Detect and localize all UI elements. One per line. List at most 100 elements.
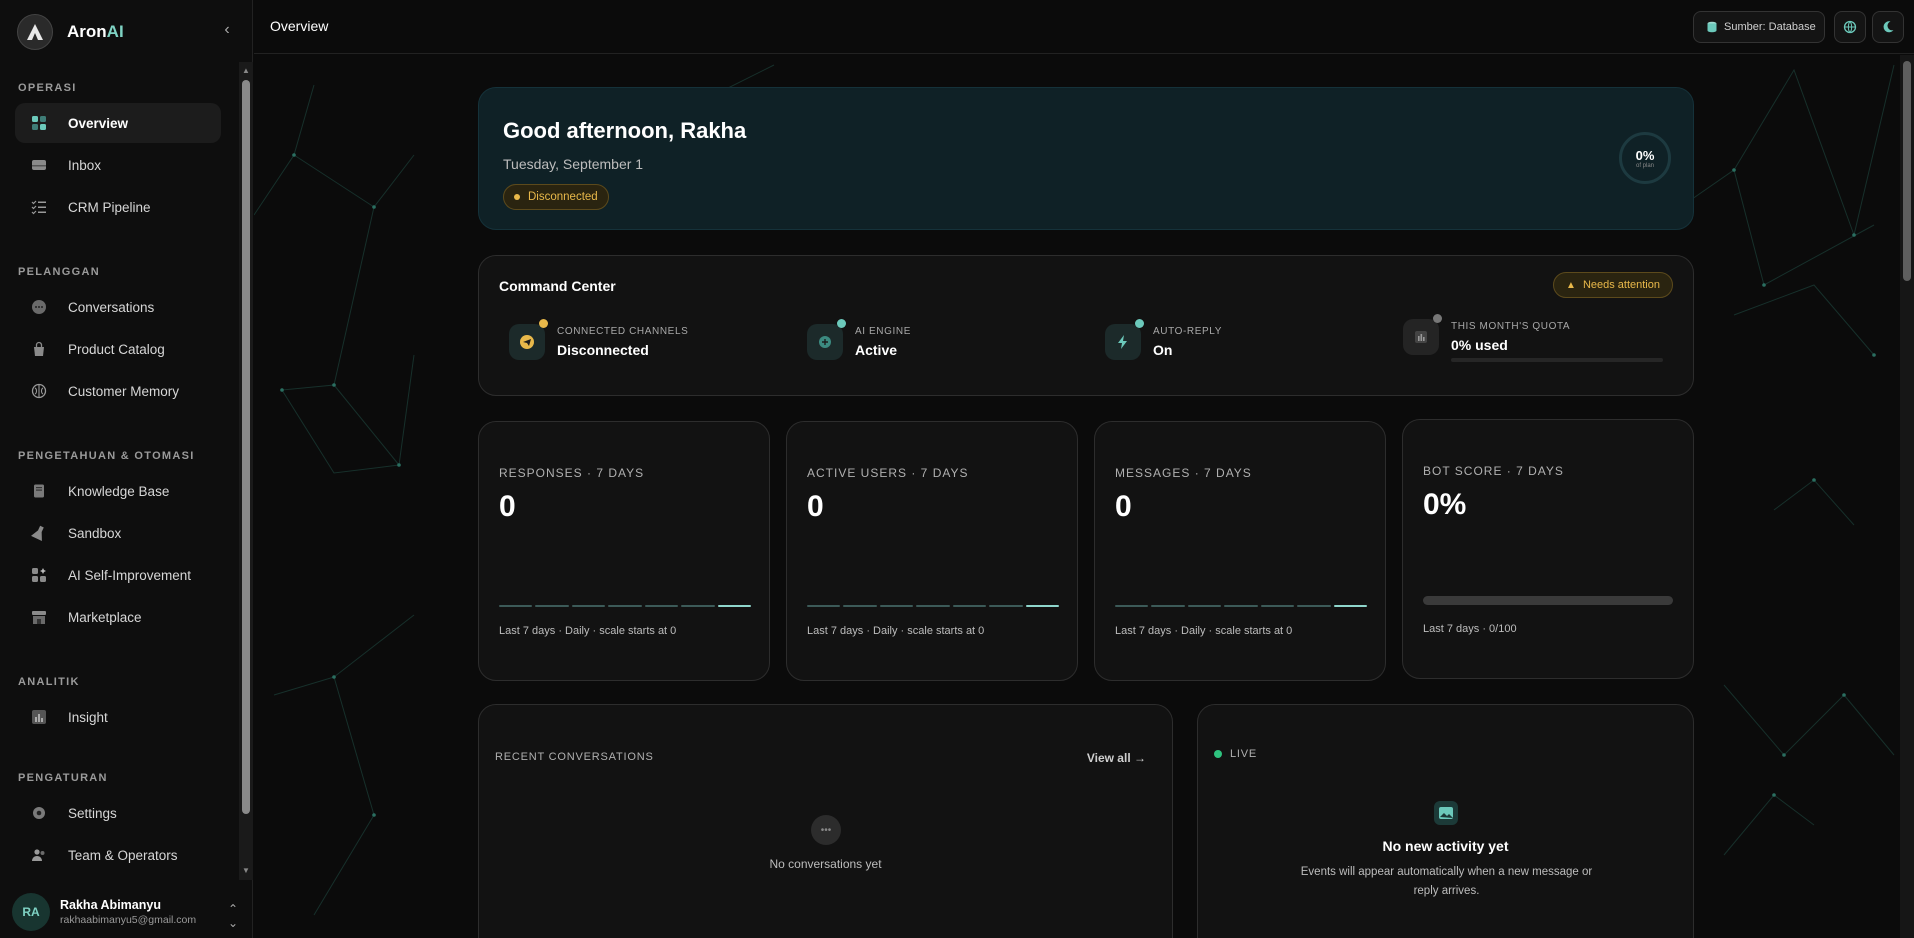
sidebar-item-overview[interactable]: Overview	[15, 103, 221, 143]
stat-value: 0	[499, 490, 516, 523]
sidebar-item-label: Settings	[68, 805, 117, 821]
plan-usage-caption: of plan	[1635, 162, 1654, 169]
sidebar-item-label: Inbox	[68, 157, 102, 173]
cc-value: On	[1153, 342, 1173, 358]
spark-bar	[571, 605, 606, 607]
status-dot	[514, 194, 520, 200]
dashboard-icon	[29, 113, 49, 133]
connection-status-badge: Disconnected	[503, 184, 609, 210]
section-title-operasi: OPERASI	[18, 82, 77, 94]
spark-bar	[879, 605, 914, 607]
sidebar-item-label: Team & Operators	[68, 847, 178, 863]
flask-icon	[29, 523, 49, 543]
stat-value: 0	[1115, 490, 1132, 523]
image-icon	[1434, 801, 1458, 825]
spark-bar	[644, 605, 679, 607]
spark-bar	[1260, 605, 1295, 607]
spark-bar	[843, 605, 877, 607]
book-icon	[29, 481, 49, 501]
gear-icon	[29, 803, 49, 823]
stat-footnote: Last 7 days · Daily · scale starts at 0	[807, 625, 985, 637]
sidebar-item-team-operators[interactable]: Team & Operators	[15, 835, 221, 875]
bar-chart-icon	[29, 707, 49, 727]
bar-chart-icon	[1403, 319, 1439, 355]
sidebar-item-insight[interactable]: Insight	[15, 697, 221, 737]
spark-bar	[1151, 605, 1185, 607]
spark-bar	[989, 605, 1023, 607]
chat-bubble-icon: •••	[811, 815, 841, 845]
user-menu[interactable]: RA Rakha Abimanyu rakhaabimanyu5@gmail.c…	[12, 892, 242, 932]
spark-bar	[681, 605, 715, 607]
stat-label: MESSAGES · 7 DAYS	[1115, 466, 1252, 480]
cc-ai-engine[interactable]: AI ENGINE Active	[807, 319, 1087, 366]
sidebar-item-crm-pipeline[interactable]: CRM Pipeline	[15, 187, 221, 227]
stat-label: BOT SCORE · 7 DAYS	[1423, 464, 1564, 478]
main-scrollbar[interactable]	[1900, 55, 1914, 938]
cc-value: Disconnected	[557, 342, 649, 358]
greeting-date: Tuesday, September 1	[503, 156, 644, 172]
view-all-link[interactable]: View all →	[1087, 751, 1146, 765]
cc-monthly-quota[interactable]: THIS MONTH'S QUOTA 0% used	[1403, 314, 1683, 362]
cc-auto-reply[interactable]: AUTO-REPLY On	[1105, 319, 1385, 366]
brand[interactable]: AronAI	[17, 14, 124, 50]
cc-value: Active	[855, 342, 898, 358]
live-empty-description: Events will appear automatically when a …	[1300, 866, 1593, 897]
sidebar-item-ai-self-improvement[interactable]: AI Self-Improvement	[15, 555, 221, 595]
collapse-sidebar-icon[interactable]: ‹	[218, 20, 236, 40]
spark-bar	[807, 605, 841, 607]
warning-icon: ▲	[1566, 279, 1576, 291]
page-title: Overview	[270, 18, 329, 34]
sidebar-item-settings[interactable]: Settings	[15, 793, 221, 833]
data-source-button[interactable]: Sumber: Database	[1693, 11, 1825, 43]
spark-bar	[1297, 605, 1331, 607]
scrollbar-thumb[interactable]	[242, 80, 250, 814]
cc-label: CONNECTED CHANNELS	[557, 326, 689, 337]
spark-bar	[1333, 605, 1367, 607]
scrollbar-thumb[interactable]	[1903, 61, 1911, 281]
section-title-pengetahuan: PENGETAHUAN & OTOMASI	[18, 450, 195, 462]
status-dot	[539, 319, 548, 328]
sidebar-item-conversations[interactable]: Conversations	[15, 287, 221, 327]
theme-toggle-button[interactable]	[1872, 11, 1904, 43]
needs-attention-badge[interactable]: ▲ Needs attention	[1553, 272, 1673, 298]
sidebar-item-marketplace[interactable]: Marketplace	[15, 597, 221, 637]
user-info: Rakha Abimanyu rakhaabimanyu5@gmail.com	[60, 898, 196, 926]
sidebar-item-inbox[interactable]: Inbox	[15, 145, 221, 185]
main-content: Good afternoon, Rakha Tuesday, September…	[254, 55, 1914, 938]
topbar: Overview Sumber: Database	[254, 0, 1914, 54]
status-text: Disconnected	[528, 191, 598, 203]
attention-text: Needs attention	[1582, 279, 1660, 291]
sidebar-scrollbar[interactable]: ▲ ▼	[239, 62, 253, 880]
language-button[interactable]	[1834, 11, 1866, 43]
sparkline	[807, 605, 1059, 609]
cc-connected-channels[interactable]: CONNECTED CHANNELS Disconnected	[509, 319, 789, 366]
user-name: Rakha Abimanyu	[60, 898, 161, 912]
logo-icon	[17, 14, 53, 50]
sparkline	[1115, 605, 1367, 609]
sidebar-item-sandbox[interactable]: Sandbox	[15, 513, 221, 553]
stat-card-responses[interactable]: RESPONSES · 7 DAYS 0 Last 7 days · Daily…	[478, 421, 770, 681]
stat-card-messages[interactable]: MESSAGES · 7 DAYS 0 Last 7 days · Daily …	[1094, 421, 1386, 681]
spark-bar	[608, 605, 642, 607]
stat-label: ACTIVE USERS · 7 DAYS	[807, 466, 969, 480]
sidebar-item-label: Conversations	[68, 299, 155, 315]
scroll-down-icon[interactable]: ▼	[241, 866, 251, 876]
sparkle-grid-icon	[29, 565, 49, 585]
bolt-icon	[1105, 324, 1141, 360]
stat-card-active-users[interactable]: ACTIVE USERS · 7 DAYS 0 Last 7 days · Da…	[786, 421, 1078, 681]
scroll-up-icon[interactable]: ▲	[241, 66, 251, 76]
status-dot	[1135, 319, 1144, 328]
sidebar-item-knowledge-base[interactable]: Knowledge Base	[15, 471, 221, 511]
greeting-title: Good afternoon, Rakha	[503, 118, 747, 143]
stat-card-bot-score[interactable]: BOT SCORE · 7 DAYS 0% Last 7 days · 0/10…	[1402, 419, 1694, 679]
spark-bar	[499, 605, 533, 607]
brand-name: AronAI	[67, 22, 124, 41]
spark-bar	[1115, 605, 1149, 607]
status-dot	[837, 319, 846, 328]
spark-bar	[916, 605, 950, 607]
sidebar-item-product-catalog[interactable]: Product Catalog	[15, 329, 221, 369]
users-icon	[29, 845, 49, 865]
chevron-updown-icon[interactable]: ⌃ ⌄	[228, 902, 238, 930]
user-email: rakhaabimanyu5@gmail.com	[60, 914, 197, 926]
sidebar-item-customer-memory[interactable]: Customer Memory	[15, 371, 221, 411]
